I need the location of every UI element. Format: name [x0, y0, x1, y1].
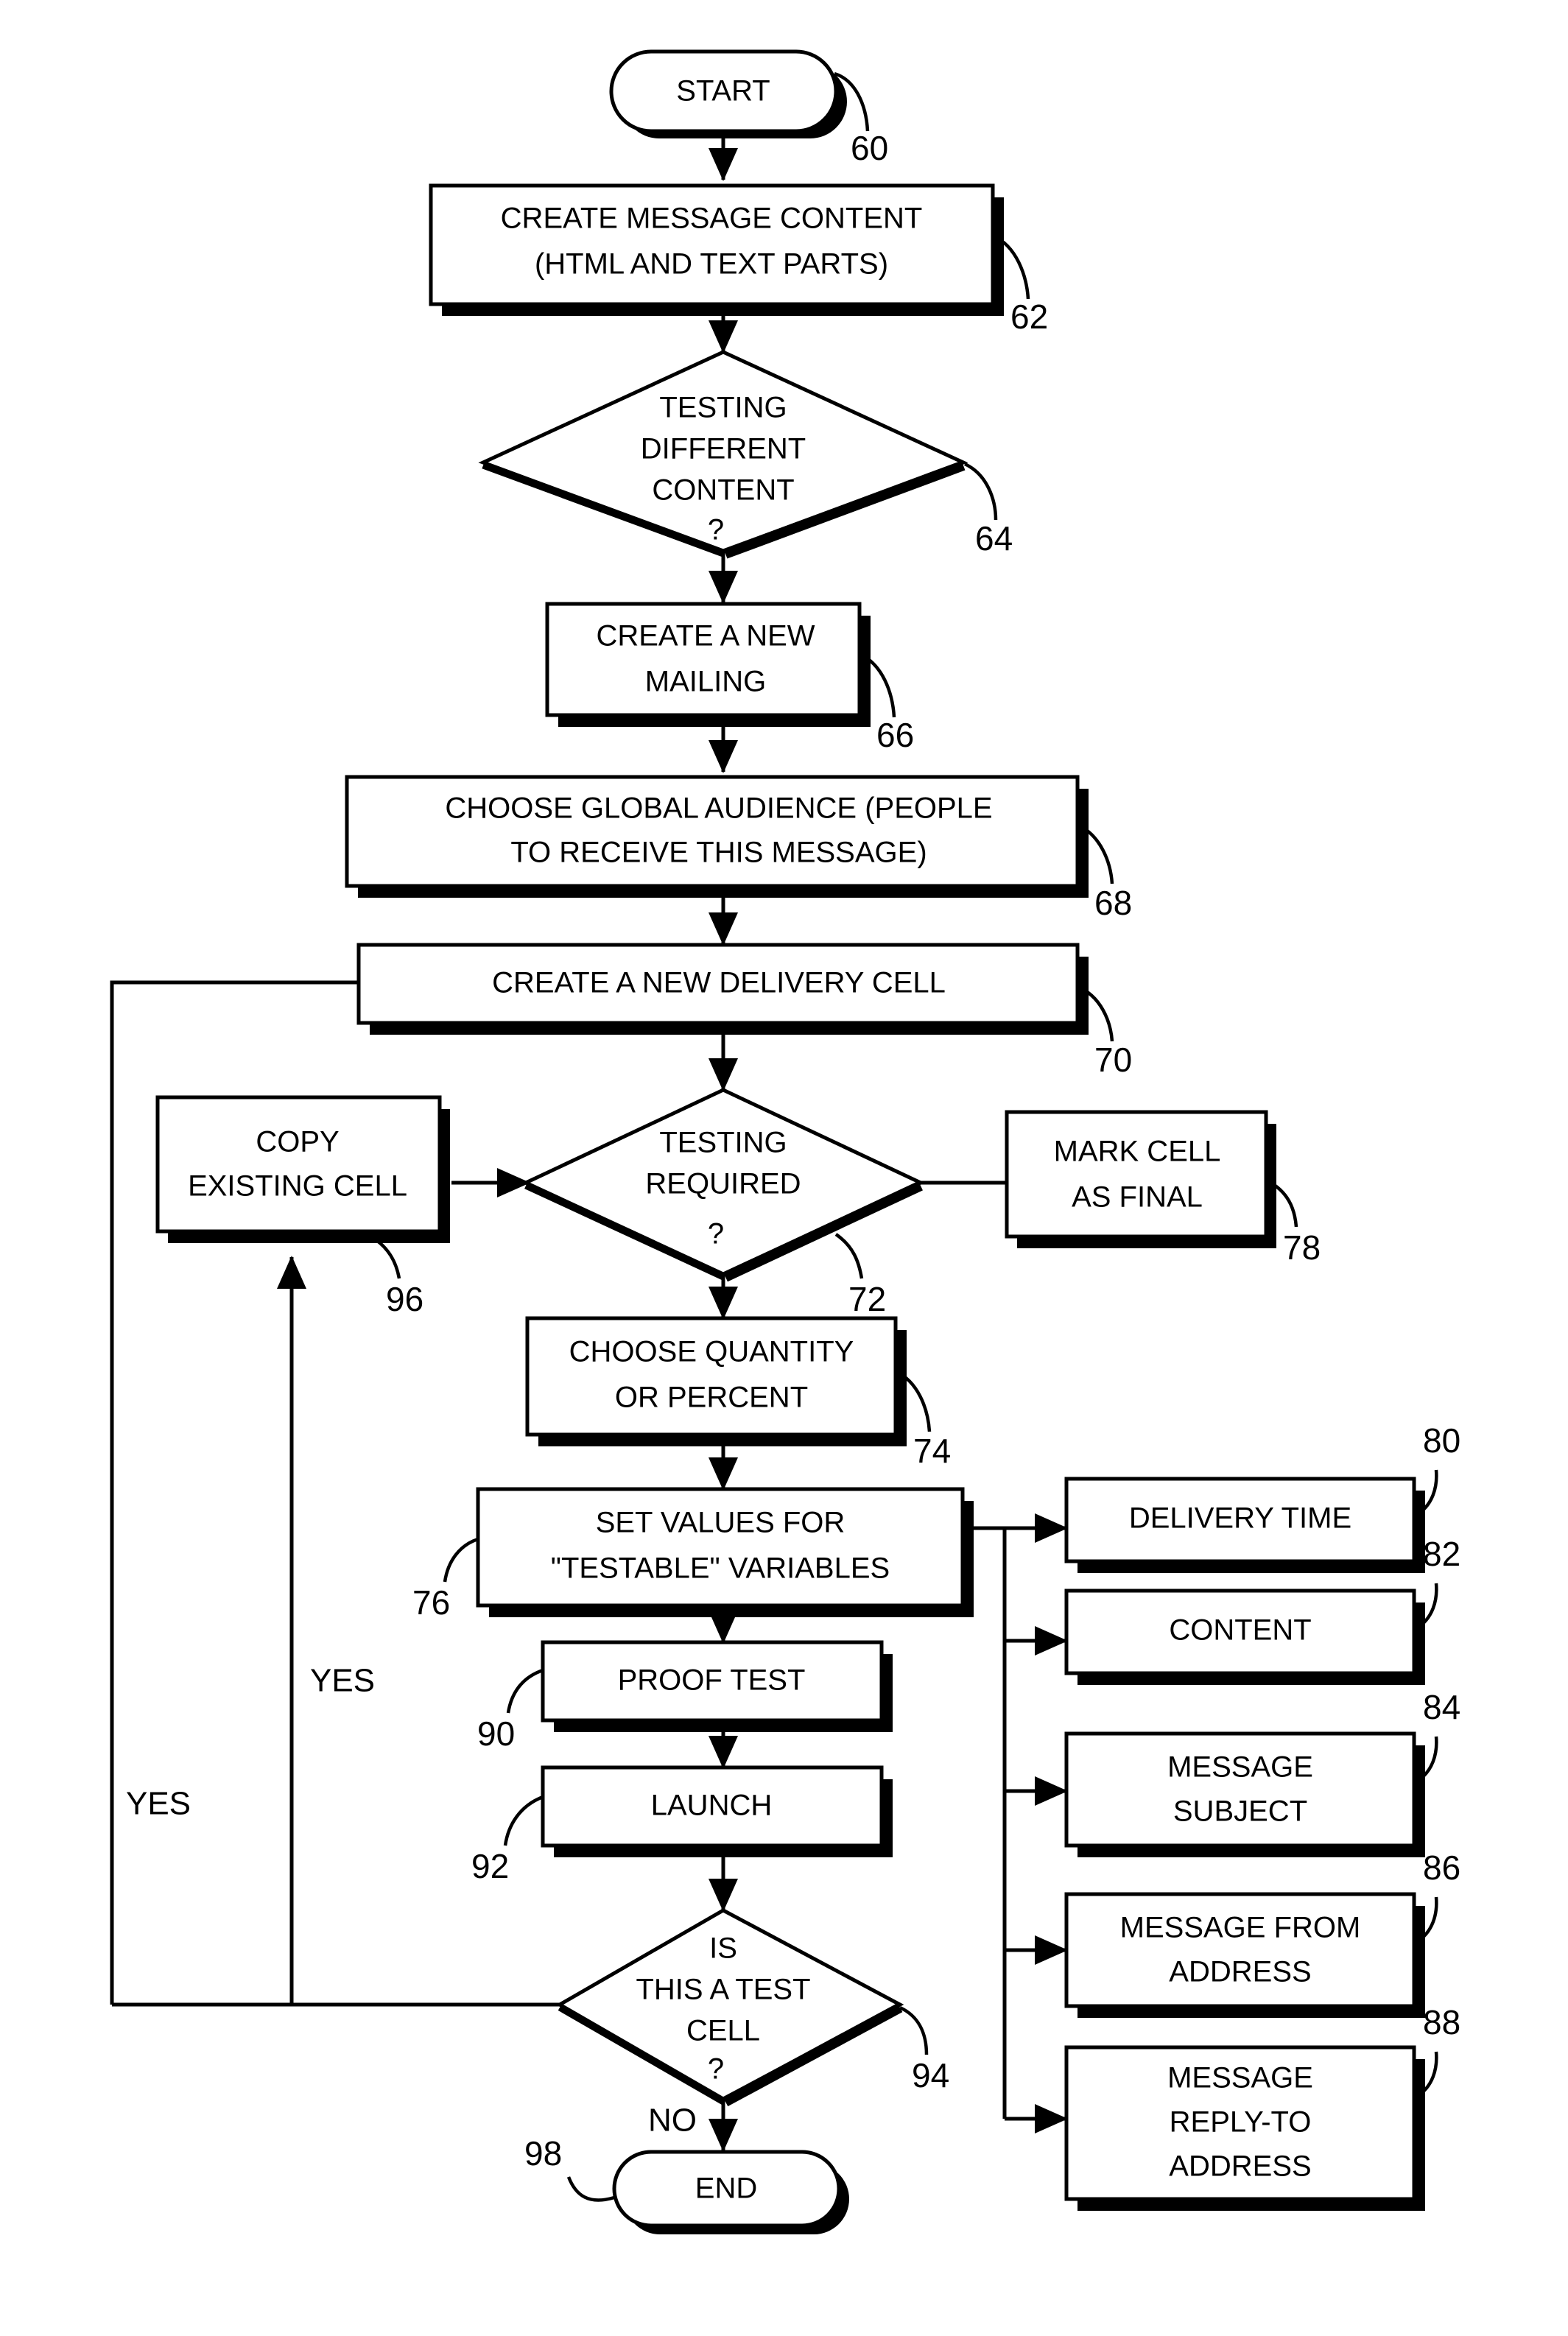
- node-proof-test[interactable]: PROOF TEST: [541, 1640, 893, 1732]
- choose-quantity-line2: OR PERCENT: [615, 1382, 808, 1414]
- edge-label-yes-inner: YES: [310, 1663, 375, 1699]
- is-test-cell-line2: THIS A TEST: [636, 1974, 810, 2006]
- is-test-cell-line1: IS: [709, 1932, 737, 1965]
- create-content-line2: (HTML AND TEXT PARTS): [535, 248, 888, 281]
- mark-final-shape: [1005, 1110, 1268, 1239]
- leader-64: [963, 462, 998, 521]
- ref-96: 96: [386, 1280, 423, 1318]
- leader-96: [370, 1236, 401, 1279]
- ref-74: 74: [913, 1432, 951, 1470]
- ref-92: 92: [471, 1847, 509, 1885]
- new-mailing-line1: CREATE A NEW: [596, 620, 815, 652]
- ref-66: 66: [876, 716, 914, 754]
- mark-final-line1: MARK CELL: [1054, 1136, 1221, 1168]
- ref-98: 98: [524, 2134, 562, 2173]
- ref-86: 86: [1423, 1848, 1460, 1887]
- node-testing-required[interactable]: TESTING REQUIRED ?: [521, 1088, 925, 1282]
- delivery-cell-line1: CREATE A NEW DELIVERY CELL: [492, 967, 946, 999]
- is-test-cell-line4: ?: [708, 2053, 724, 2086]
- ref-94: 94: [912, 2056, 949, 2094]
- leader-98: [566, 2176, 615, 2202]
- leader-72: [834, 1233, 864, 1279]
- ref-84: 84: [1423, 1688, 1460, 1726]
- node-message-reply-to-address[interactable]: MESSAGE REPLY-TO ADDRESS: [1064, 2045, 1425, 2211]
- ref-72: 72: [848, 1280, 886, 1318]
- choose-audience-line1: CHOOSE GLOBAL AUDIENCE (PEOPLE: [445, 792, 992, 825]
- node-testing-different-content[interactable]: TESTING DIFFERENT CONTENT ?: [478, 350, 968, 559]
- testing-content-line3: CONTENT: [652, 474, 794, 507]
- testing-required-line2: REQUIRED: [645, 1168, 801, 1200]
- node-copy-existing-cell[interactable]: COPY EXISTING CELL: [155, 1095, 450, 1243]
- node-content[interactable]: CONTENT: [1064, 1589, 1425, 1685]
- node-choose-global-audience[interactable]: CHOOSE GLOBAL AUDIENCE (PEOPLE TO RECEIV…: [345, 775, 1089, 898]
- ref-68: 68: [1094, 884, 1132, 922]
- node-delivery-time[interactable]: DELIVERY TIME: [1064, 1477, 1425, 1573]
- leader-90: [506, 1668, 544, 1714]
- content-line1: CONTENT: [1169, 1614, 1311, 1647]
- node-start[interactable]: START: [609, 49, 847, 138]
- ref-60: 60: [851, 129, 888, 167]
- message-reply-line3: ADDRESS: [1169, 2150, 1311, 2183]
- node-create-delivery-cell[interactable]: CREATE A NEW DELIVERY CELL: [356, 943, 1089, 1035]
- leader-94: [899, 2005, 929, 2055]
- delivery-time-line1: DELIVERY TIME: [1129, 1502, 1351, 1535]
- is-test-cell-line3: CELL: [686, 2015, 760, 2047]
- node-launch[interactable]: LAUNCH: [541, 1765, 893, 1857]
- testing-required-line1: TESTING: [659, 1127, 787, 1159]
- ref-82: 82: [1423, 1535, 1460, 1573]
- node-is-test-cell[interactable]: IS THIS A TEST CELL ?: [555, 1908, 904, 2107]
- testing-content-line1: TESTING: [659, 392, 787, 424]
- message-subject-line1: MESSAGE: [1167, 1751, 1313, 1784]
- create-content-line1: CREATE MESSAGE CONTENT: [501, 203, 923, 235]
- launch-line1: LAUNCH: [651, 1790, 772, 1822]
- choose-quantity-line1: CHOOSE QUANTITY: [569, 1336, 854, 1368]
- copy-cell-line1: COPY: [256, 1126, 339, 1158]
- node-create-message-content[interactable]: CREATE MESSAGE CONTENT (HTML AND TEXT PA…: [429, 183, 1004, 316]
- testing-content-line2: DIFFERENT: [641, 433, 806, 465]
- node-mark-cell-final[interactable]: MARK CELL AS FINAL: [1005, 1110, 1276, 1248]
- edge-label-no-end: NO: [648, 2103, 697, 2139]
- ref-90: 90: [477, 1714, 515, 1753]
- testing-required-line3: ?: [708, 1218, 724, 1250]
- end-label: END: [695, 2173, 757, 2205]
- ref-78: 78: [1283, 1228, 1321, 1267]
- ref-76: 76: [412, 1583, 450, 1622]
- mark-final-line2: AS FINAL: [1072, 1181, 1203, 1214]
- edge-label-yes-outer: YES: [126, 1786, 191, 1822]
- ref-80: 80: [1423, 1421, 1460, 1460]
- proof-test-line1: PROOF TEST: [618, 1664, 806, 1697]
- choose-audience-line2: TO RECEIVE THIS MESSAGE): [510, 837, 927, 869]
- ref-64: 64: [975, 519, 1013, 557]
- ref-88: 88: [1423, 2003, 1460, 2041]
- node-message-subject[interactable]: MESSAGE SUBJECT: [1064, 1731, 1425, 1857]
- new-mailing-line2: MAILING: [645, 666, 766, 698]
- flowchart-canvas: START 60 CREATE MESSAGE CONTENT (HTML AN…: [0, 0, 1568, 2336]
- node-message-from-address[interactable]: MESSAGE FROM ADDRESS: [1064, 1892, 1425, 2018]
- set-values-line1: SET VALUES FOR: [596, 1507, 845, 1539]
- leader-92: [503, 1795, 544, 1846]
- ref-70: 70: [1094, 1041, 1132, 1079]
- message-subject-line2: SUBJECT: [1173, 1795, 1307, 1828]
- copy-cell-line2: EXISTING CELL: [188, 1170, 407, 1203]
- leader-76: [443, 1537, 479, 1583]
- flowchart-svg: START 60 CREATE MESSAGE CONTENT (HTML AN…: [110, 49, 1460, 2234]
- message-reply-line2: REPLY-TO: [1170, 2106, 1312, 2139]
- copy-cell-shape: [155, 1095, 442, 1234]
- message-from-line1: MESSAGE FROM: [1120, 1912, 1361, 1944]
- node-set-values[interactable]: SET VALUES FOR "TESTABLE" VARIABLES: [476, 1487, 974, 1617]
- testing-content-line4: ?: [708, 514, 724, 546]
- node-end[interactable]: END: [612, 2150, 849, 2234]
- message-from-line2: ADDRESS: [1169, 1956, 1311, 1988]
- start-label: START: [676, 75, 770, 108]
- node-create-new-mailing[interactable]: CREATE A NEW MAILING: [545, 602, 871, 727]
- node-choose-quantity[interactable]: CHOOSE QUANTITY OR PERCENT: [525, 1316, 907, 1446]
- message-reply-line1: MESSAGE: [1167, 2062, 1313, 2094]
- set-values-line2: "TESTABLE" VARIABLES: [551, 1552, 890, 1585]
- ref-62: 62: [1010, 298, 1048, 336]
